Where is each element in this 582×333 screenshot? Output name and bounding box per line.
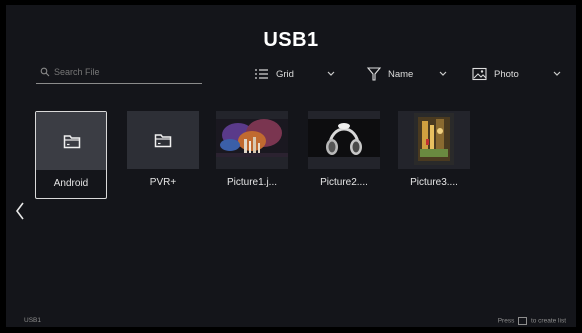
chevron-down-icon [327,71,335,76]
hint-action-text: to create list [530,317,566,325]
headphones-thumbnail-image [308,111,380,169]
media-type-label: Photo [494,69,519,80]
grid-item-picture2[interactable]: Picture2.... [308,111,380,201]
search-input[interactable]: Search File [36,65,202,84]
grid-item-folder-pvr[interactable]: PVR+ [127,111,199,201]
folder-thumbnail [127,111,199,169]
photo-icon [472,67,487,81]
chevron-down-icon [553,71,561,76]
footer-bar: USB1 Press to create list [6,316,576,327]
grid-item-folder-android[interactable]: Android [35,111,107,199]
picture3-thumbnail-image [398,111,470,169]
picture1-thumbnail-image [216,111,288,169]
chevron-left-icon[interactable] [14,200,26,222]
item-label: Picture1.j... [226,177,278,188]
remote-key-icon [518,317,528,325]
view-mode-dropdown[interactable]: Grid [254,67,344,83]
footer-hint: Press to create list [498,317,566,325]
grid-item-picture1[interactable]: Picture1.j... [216,111,288,201]
page-title: USB1 [263,29,319,51]
search-placeholder: Search File [54,67,100,77]
item-label: Picture2.... [320,177,368,188]
item-label: Picture3.... [410,177,458,188]
search-icon [40,67,50,77]
view-mode-label: Grid [276,69,294,80]
item-label: PVR+ [149,177,177,188]
image-thumbnail [216,111,288,169]
folder-icon [63,135,81,149]
sort-label: Name [388,69,414,80]
folder-thumbnail [36,112,106,170]
media-type-dropdown[interactable]: Photo [472,67,566,83]
hint-press-text: Press [497,317,515,325]
media-browser-screen: USB1 Search File Grid Name Photo Android… [6,5,576,327]
item-label: Android [53,178,89,189]
sort-dropdown[interactable]: Name [366,67,458,83]
source-label: USB1 [24,317,41,324]
folder-icon [154,134,172,148]
filter-icon [366,67,382,81]
image-thumbnail [308,111,380,169]
chevron-down-icon [439,71,447,76]
list-icon [255,69,268,79]
image-thumbnail [398,111,470,169]
grid-item-picture3[interactable]: Picture3.... [398,111,470,201]
